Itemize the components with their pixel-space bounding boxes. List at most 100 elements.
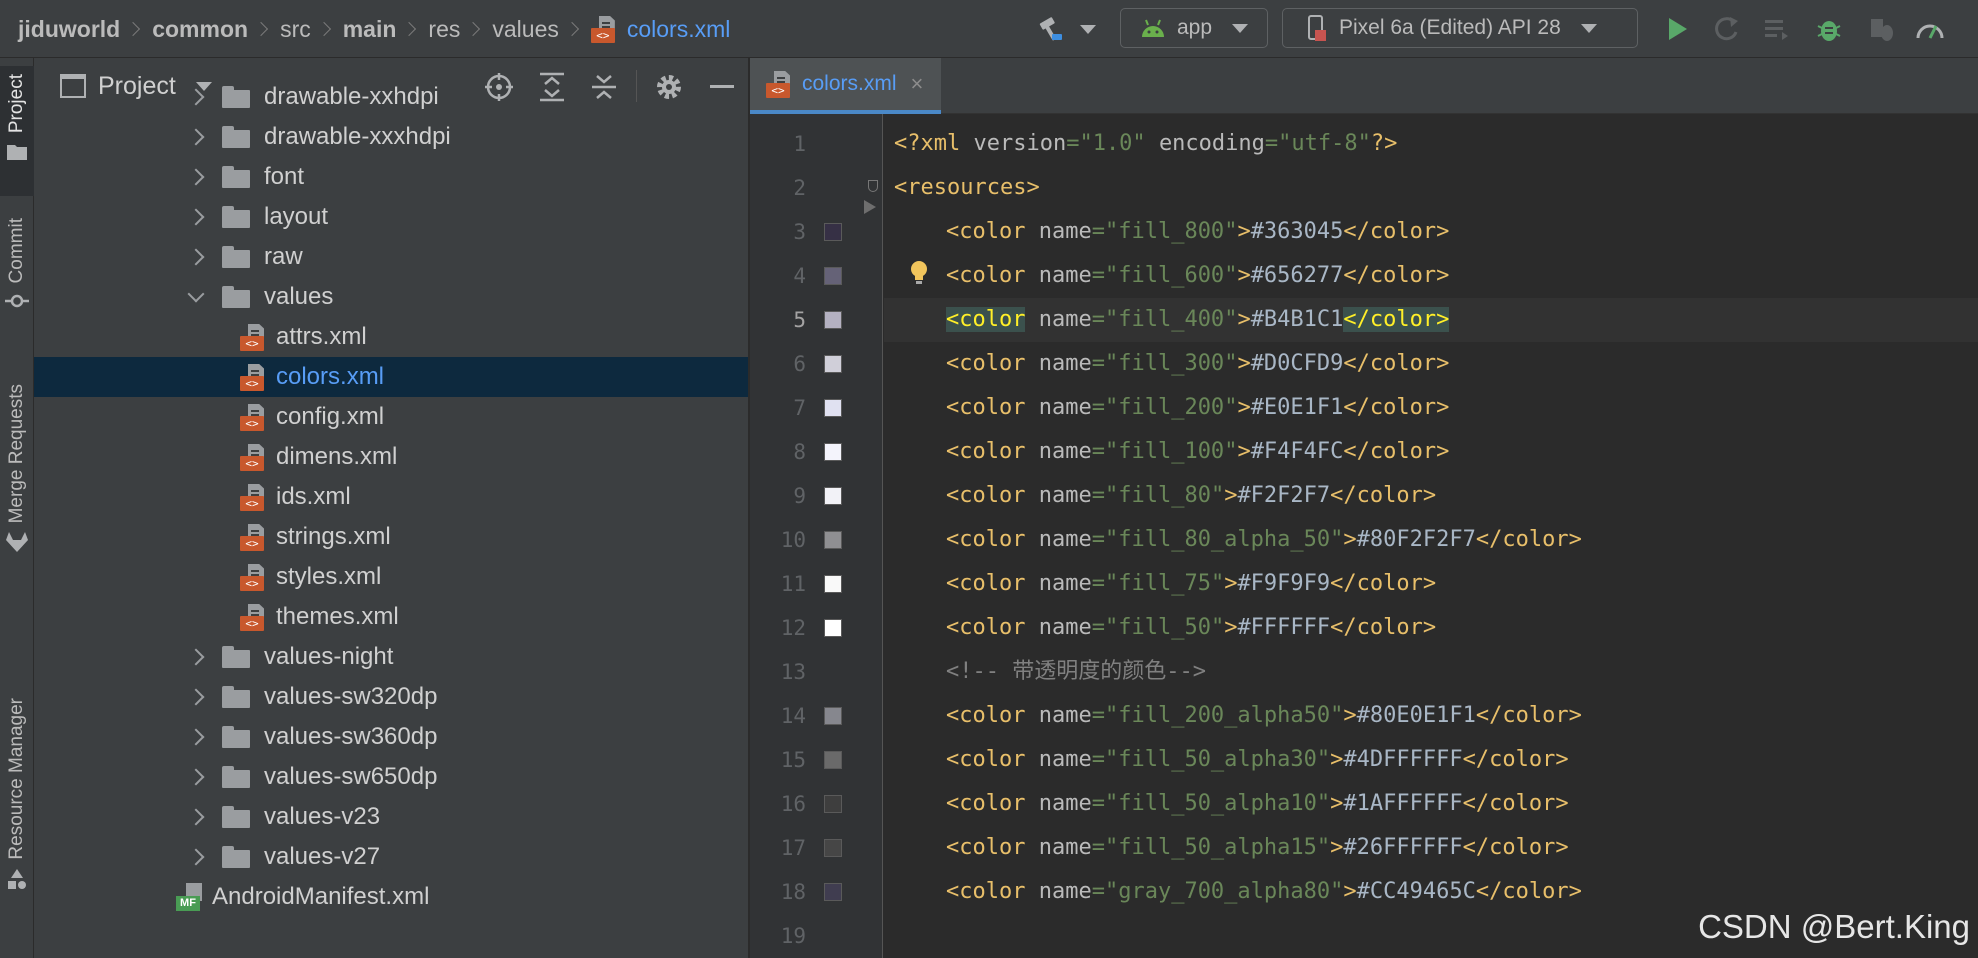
color-swatch[interactable] [824, 267, 842, 285]
xml-quote: " [1224, 395, 1238, 420]
chevron-right-icon[interactable] [187, 768, 205, 786]
xml-declaration-part: ="utf-8" [1264, 131, 1371, 156]
attach-debugger-button[interactable] [1866, 0, 1896, 58]
tree-item-label: drawable-xxhdpi [264, 83, 439, 110]
android-icon [1142, 19, 1164, 37]
color-swatch[interactable] [824, 883, 842, 901]
tree-item[interactable]: values [34, 277, 748, 317]
code-area[interactable]: <?xml version="1.0" encoding="utf-8"?><?… [884, 114, 1978, 958]
chevron-right-icon[interactable] [187, 848, 205, 866]
device-phone-icon [1308, 15, 1326, 41]
color-swatch[interactable] [824, 575, 842, 593]
tree-item[interactable]: <> strings.xml [34, 517, 748, 557]
color-swatch[interactable] [824, 487, 842, 505]
build-button[interactable] [1036, 0, 1096, 58]
chevron-right-icon[interactable] [187, 88, 205, 106]
chevron-right-icon[interactable] [187, 688, 205, 706]
resource-manager-tool-tab[interactable]: Resource Manager [0, 638, 34, 938]
tree-item[interactable]: <> config.xml [34, 397, 748, 437]
fold-arrow-icon[interactable] [864, 200, 876, 214]
breadcrumb-item[interactable]: <> colors.xml [590, 15, 730, 43]
color-value: #F4F4FC [1250, 439, 1344, 464]
tree-item[interactable]: values-sw360dp [34, 717, 748, 757]
tree-item-label: values-v27 [264, 843, 381, 870]
merge-requests-tool-tab[interactable]: Merge Requests [0, 368, 34, 643]
chevron-right-icon[interactable] [187, 728, 205, 746]
color-value: #F9F9F9 [1237, 571, 1331, 596]
color-swatch[interactable] [824, 795, 842, 813]
chevron-right-icon[interactable] [187, 248, 205, 266]
breadcrumb-item[interactable]: jiduworld [18, 16, 120, 43]
breadcrumb-item[interactable]: res [428, 16, 460, 43]
resource-manager-icon [8, 868, 26, 889]
tree-item[interactable]: values-v27 [34, 837, 748, 877]
breadcrumb-label: main [342, 15, 397, 42]
color-swatch[interactable] [824, 839, 842, 857]
tab-colors-xml[interactable]: <> colors.xml × [750, 58, 942, 114]
code-line: <!-- 带透明度的颜色--> [946, 650, 1206, 694]
run-configuration-selector[interactable]: app [1120, 8, 1268, 48]
tree-item[interactable]: values-night [34, 637, 748, 677]
fold-marker-icon[interactable] [868, 180, 878, 192]
apply-code-changes-icon [1765, 20, 1788, 40]
breadcrumb-item[interactable]: values [492, 16, 558, 43]
chevron-right-icon[interactable] [187, 648, 205, 666]
debug-button[interactable] [1814, 0, 1844, 58]
color-name: fill_200 [1118, 395, 1225, 420]
color-swatch[interactable] [824, 531, 842, 549]
tree-item[interactable]: values-v23 [34, 797, 748, 837]
apply-code-changes-button[interactable] [1762, 0, 1792, 58]
tree-item-label: font [264, 163, 305, 190]
xml-quote: " [1316, 791, 1331, 816]
breadcrumb-item[interactable]: main [343, 16, 397, 43]
chevron-down-icon [1232, 23, 1249, 33]
tree-item[interactable]: <> colors.xml [34, 357, 748, 397]
apply-changes-button[interactable] [1712, 0, 1742, 58]
tree-item[interactable]: <> ids.xml [34, 477, 748, 517]
tree-item[interactable]: font [34, 157, 748, 197]
color-swatch[interactable] [824, 311, 842, 329]
tree-item[interactable]: <> attrs.xml [34, 317, 748, 357]
breadcrumb-item[interactable]: common [152, 16, 248, 43]
chevron-right-icon[interactable] [187, 128, 205, 146]
tree-item[interactable]: <> styles.xml [34, 557, 748, 597]
color-swatch[interactable] [824, 223, 842, 241]
color-swatch[interactable] [824, 443, 842, 461]
xml-tag-open: <color [946, 615, 1026, 640]
xml-equals: =" [1091, 263, 1119, 288]
color-swatch[interactable] [824, 619, 842, 637]
breadcrumb-item[interactable]: src [280, 16, 311, 43]
color-swatch[interactable] [824, 707, 842, 725]
xml-tag-open: <color [946, 351, 1026, 376]
xml-tag-resources: <resources> [894, 175, 1040, 200]
xml-file-badge: <> [240, 456, 264, 471]
tree-item[interactable]: drawable-xxhdpi [34, 77, 748, 117]
chevron-right-icon[interactable] [187, 168, 205, 186]
color-swatch[interactable] [824, 751, 842, 769]
tree-item[interactable]: drawable-xxxhdpi [34, 117, 748, 157]
tree-item[interactable]: values-sw650dp [34, 757, 748, 797]
tree-item[interactable]: <> dimens.xml [34, 437, 748, 477]
profile-button[interactable] [1914, 0, 1946, 58]
color-name: fill_800 [1118, 219, 1225, 244]
tree-item[interactable]: layout [34, 197, 748, 237]
device-selector[interactable]: Pixel 6a (Edited) API 28 [1282, 8, 1638, 48]
xml-file-badge: <> [240, 416, 264, 431]
tree-item[interactable]: raw [34, 237, 748, 277]
chevron-right-icon[interactable] [187, 208, 205, 226]
tree-item[interactable]: <> themes.xml [34, 597, 748, 637]
color-swatch[interactable] [824, 355, 842, 373]
run-button[interactable] [1662, 0, 1692, 58]
tree-item[interactable]: values-sw320dp [34, 677, 748, 717]
tree-item[interactable]: MF AndroidManifest.xml [34, 877, 748, 917]
xml-tag-open: <color [946, 219, 1026, 244]
color-swatch[interactable] [824, 399, 842, 417]
close-icon[interactable]: × [911, 71, 924, 97]
xml-attribute: name [1038, 219, 1092, 244]
chevron-down-icon[interactable] [187, 285, 205, 303]
project-tool-tab[interactable]: Project [0, 66, 34, 196]
editor-area: <> colors.xml × 1 2 3 4 5 6 7 8 9 10 11 12 13 14 15 16 1… [750, 58, 1978, 958]
color-value: #E0E1F1 [1250, 395, 1344, 420]
chevron-right-icon[interactable] [187, 808, 205, 826]
